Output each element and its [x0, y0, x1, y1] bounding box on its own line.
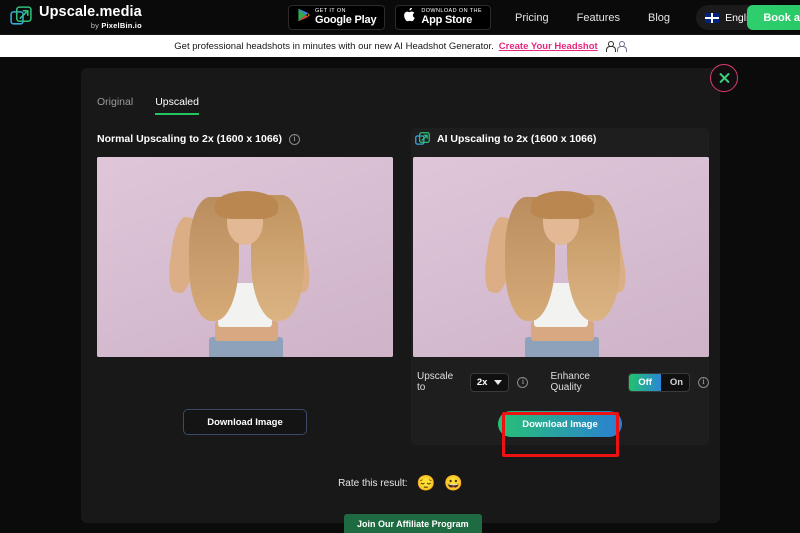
info-icon[interactable]: i — [517, 376, 529, 388]
banner-avatars — [606, 40, 628, 52]
google-play-label: Google Play — [315, 13, 377, 26]
normal-upscaled-image — [97, 157, 393, 357]
photo-woman-pink-background — [97, 157, 393, 357]
tab-upscaled[interactable]: Upscaled — [155, 96, 199, 115]
ai-download-row: Download Image — [411, 411, 709, 437]
comparison-columns: Normal Upscaling to 2x (1600 x 1066) i D… — [97, 128, 709, 445]
promo-banner: Get professional headshots in minutes wi… — [0, 35, 800, 57]
nav-link-blog[interactable]: Blog — [634, 12, 684, 24]
normal-panel-header: Normal Upscaling to 2x (1600 x 1066) i — [97, 128, 393, 150]
download-image-button-ai[interactable]: Download Image — [498, 411, 622, 437]
upscale-media-logo-icon — [10, 6, 32, 28]
toggle-option-on[interactable]: On — [661, 374, 689, 391]
result-tabs: Original Upscaled — [97, 96, 199, 115]
book-demo-button[interactable]: Book a — [747, 5, 800, 30]
download-image-button-normal[interactable]: Download Image — [183, 409, 307, 435]
enhance-quality-label: Enhance Quality — [550, 371, 590, 393]
promo-banner-text: Get professional headshots in minutes wi… — [174, 40, 494, 52]
upscale-to-label: Upscale to — [417, 371, 454, 393]
normal-download-row: Download Image — [97, 409, 393, 435]
top-navbar: Upscale.media by PixelBin.io GET IT ON G… — [0, 0, 800, 35]
info-icon[interactable]: i — [697, 376, 709, 388]
info-icon[interactable]: i — [289, 133, 300, 145]
nav-link-features[interactable]: Features — [563, 12, 634, 24]
rate-label: Rate this result: — [338, 478, 408, 489]
result-modal: Original Upscaled Normal Upscaling to 2x… — [81, 68, 720, 523]
affiliate-program-button[interactable]: Join Our Affiliate Program — [344, 514, 482, 533]
app-store-label: App Store — [421, 13, 473, 26]
google-play-button[interactable]: GET IT ON Google Play — [288, 5, 386, 30]
normal-upscaling-panel: Normal Upscaling to 2x (1600 x 1066) i D… — [97, 128, 393, 445]
photo-woman-pink-background — [413, 157, 709, 357]
toggle-option-off[interactable]: Off — [629, 373, 661, 391]
google-play-icon — [297, 8, 310, 27]
nav-center-group: GET IT ON Google Play Download on the Ap… — [288, 0, 783, 35]
close-icon — [719, 73, 730, 84]
brand-subtitle: by PixelBin.io — [90, 20, 142, 30]
uk-flag-icon — [705, 12, 720, 23]
ai-upscaling-panel: AI Upscaling to 2x (1600 x 1066) Upscale… — [411, 128, 709, 445]
brand-name: Upscale.media — [39, 4, 142, 20]
brand-logo-group[interactable]: Upscale.media by PixelBin.io — [10, 5, 142, 29]
person-icon — [617, 40, 628, 52]
rate-happy-emoji-button[interactable]: 😀 — [444, 476, 463, 491]
close-modal-button[interactable] — [710, 64, 738, 92]
chevron-down-icon — [494, 379, 503, 385]
enhance-quality-toggle[interactable]: Off On — [628, 372, 690, 392]
app-store-button[interactable]: Download on the App Store — [395, 5, 491, 30]
upscale-factor-value: 2x — [476, 376, 488, 388]
rating-row: Rate this result: 😔 😀 — [81, 476, 720, 491]
apple-icon — [404, 7, 416, 27]
ai-upscaled-image — [413, 157, 709, 357]
create-headshot-link[interactable]: Create Your Headshot — [499, 41, 598, 52]
rate-sad-emoji-button[interactable]: 😔 — [417, 476, 436, 491]
person-icon — [606, 40, 617, 52]
app-page: Upscale.media by PixelBin.io GET IT ON G… — [0, 0, 800, 533]
ai-panel-title: AI Upscaling to 2x (1600 x 1066) — [437, 133, 597, 145]
ai-panel-header: AI Upscaling to 2x (1600 x 1066) — [411, 128, 709, 150]
ai-controls-row: Upscale to 2x i Enhance Quality Off On i — [411, 371, 709, 393]
upscale-factor-select[interactable]: 2x — [469, 372, 510, 392]
nav-link-pricing[interactable]: Pricing — [501, 12, 563, 24]
normal-panel-title: Normal Upscaling to 2x (1600 x 1066) — [97, 133, 282, 145]
tab-original[interactable]: Original — [97, 96, 133, 115]
upscale-media-logo-icon — [415, 131, 430, 147]
